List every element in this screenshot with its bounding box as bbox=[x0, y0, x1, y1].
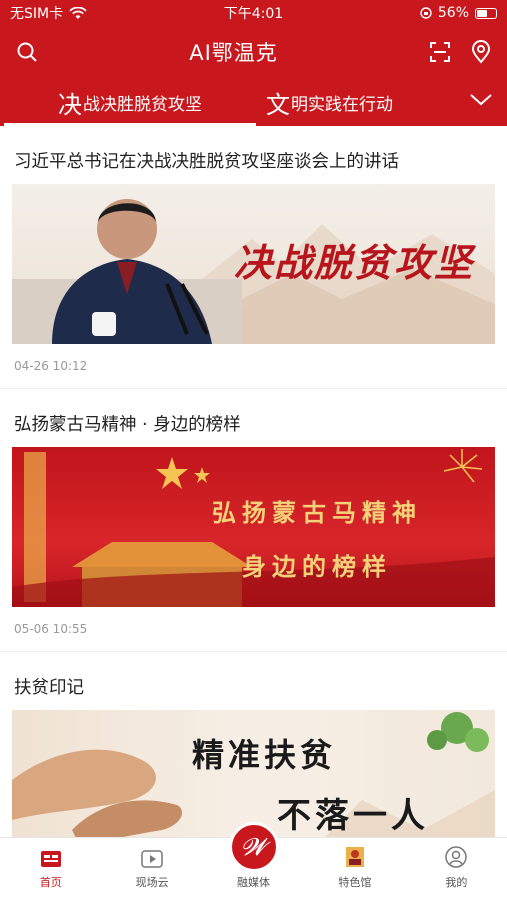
tabbar-home[interactable]: 首页 bbox=[0, 838, 101, 900]
tab-label: 战决胜脱贫攻坚 bbox=[83, 94, 202, 115]
article-time: 04-26 10:12 bbox=[14, 359, 88, 373]
tab-first-char: 决 bbox=[58, 90, 82, 119]
user-profile-icon bbox=[445, 846, 468, 868]
banner-line2: 不落一人 bbox=[277, 796, 429, 836]
tabbar-label: 融媒体 bbox=[237, 876, 271, 889]
article-card[interactable]: 扶贫印记 精准扶贫 不落一人 bbox=[0, 652, 507, 850]
tabbar-label: 特色馆 bbox=[338, 876, 372, 889]
carrier-text: 无SIM卡 bbox=[10, 6, 64, 22]
tab-civilization-practice[interactable]: 文 明实践在行动 bbox=[266, 78, 393, 126]
scan-icon[interactable] bbox=[429, 41, 451, 63]
tabbar-label: 首页 bbox=[39, 876, 62, 889]
search-icon[interactable] bbox=[16, 41, 38, 63]
bottom-tab-bar: 首页 现场云 𝓦 融媒体 特色馆 我的 bbox=[0, 822, 507, 900]
tabbar-featured[interactable]: 特色馆 bbox=[304, 838, 405, 900]
article-time: 05-06 10:55 bbox=[14, 622, 88, 636]
battery-icon bbox=[475, 7, 497, 19]
banner-text: 决战脱贫攻坚 bbox=[234, 240, 475, 285]
article-title[interactable]: 习近平总书记在决战决胜脱贫攻坚座谈会上的讲话 bbox=[12, 126, 495, 184]
app-header: AI鄂温克 bbox=[0, 26, 507, 78]
article-card[interactable]: 弘扬蒙古马精神 · 身边的榜样 弘扬蒙古马精神 身边的榜样 05-06 10:5… bbox=[0, 389, 507, 652]
tabbar-label: 我的 bbox=[445, 876, 468, 889]
video-play-icon bbox=[141, 850, 163, 868]
tabbar-live-cloud[interactable]: 现场云 bbox=[101, 838, 202, 900]
tabbar-label: 现场云 bbox=[135, 876, 169, 889]
home-news-icon bbox=[40, 851, 61, 867]
orientation-lock-icon bbox=[420, 7, 432, 19]
featured-thumbnail-icon bbox=[345, 847, 364, 867]
article-title[interactable]: 弘扬蒙古马精神 · 身边的榜样 bbox=[12, 389, 495, 447]
article-banner-image[interactable]: 决战脱贫攻坚 bbox=[12, 184, 495, 344]
banner-line2: 身边的榜样 bbox=[242, 552, 392, 581]
chevron-down-icon[interactable] bbox=[469, 90, 493, 110]
article-card[interactable]: 习近平总书记在决战决胜脱贫攻坚座谈会上的讲话 决战脱贫攻坚 04-26 10:1… bbox=[0, 126, 507, 389]
tabbar-mine[interactable]: 我的 bbox=[406, 838, 507, 900]
article-title[interactable]: 扶贫印记 bbox=[12, 652, 495, 710]
tab-poverty-alleviation[interactable]: 决 战决胜脱贫攻坚 bbox=[4, 78, 256, 126]
app-title: AI鄂温克 bbox=[189, 41, 278, 65]
clock: 下午4:01 bbox=[223, 6, 284, 22]
banner-line1: 弘扬蒙古马精神 bbox=[212, 498, 422, 527]
media-logo-icon: 𝓦 bbox=[228, 822, 279, 872]
status-bar: 无SIM卡 下午4:01 56% bbox=[0, 0, 507, 26]
location-icon[interactable] bbox=[471, 40, 491, 64]
tab-label: 明实践在行动 bbox=[291, 94, 393, 115]
banner-line1: 精准扶贫 bbox=[192, 736, 337, 774]
tab-first-char: 文 bbox=[266, 90, 290, 119]
article-banner-image[interactable]: 弘扬蒙古马精神 身边的榜样 bbox=[12, 447, 495, 607]
tabbar-media[interactable]: 𝓦 融媒体 bbox=[203, 822, 304, 900]
battery-percent: 56% bbox=[437, 5, 469, 21]
wifi-icon bbox=[69, 6, 87, 19]
channel-tabs: 决 战决胜脱贫攻坚 文 明实践在行动 bbox=[0, 78, 507, 126]
